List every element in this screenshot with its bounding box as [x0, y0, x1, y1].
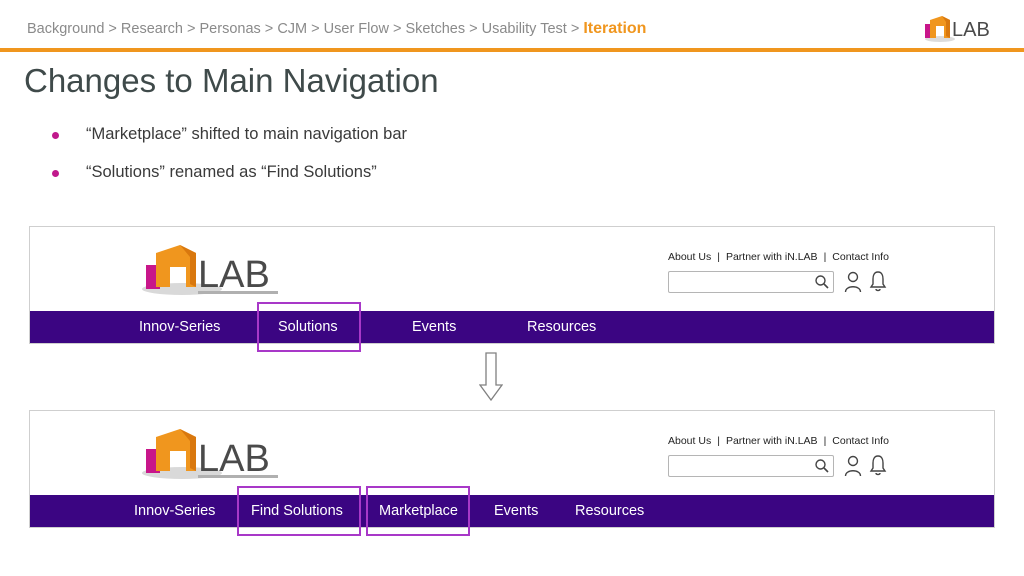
list-item: “Solutions” renamed as “Find Solutions”	[52, 162, 407, 200]
breadcrumb-separator: >	[260, 21, 278, 37]
main-navigation-bar: Innov-Series Solutions Events Resources	[30, 311, 994, 343]
about-us-link[interactable]: About Us	[668, 251, 711, 263]
nav-item-innov-series[interactable]: Innov-Series	[139, 311, 220, 343]
header-divider	[0, 48, 1024, 52]
nav-mockup-after: LAB About Us | Partner with iN.LAB | Contact…	[29, 410, 995, 536]
breadcrumb-item[interactable]: User Flow	[324, 21, 389, 37]
breadcrumb: Background > Research > Personas > CJM >…	[27, 20, 646, 38]
main-navigation-bar: Innov-Series Find Solutions Marketplace …	[30, 495, 994, 527]
nav-item-events[interactable]: Events	[412, 311, 456, 343]
site-logo-text: LAB	[198, 438, 270, 480]
highlight-box-marketplace	[366, 486, 470, 536]
contact-info-link[interactable]: Contact Info	[832, 251, 889, 263]
breadcrumb-item[interactable]: Research	[121, 21, 183, 37]
breadcrumb-item[interactable]: Usability Test	[482, 21, 567, 37]
link-separator: |	[823, 435, 827, 447]
list-item: “Marketplace” shifted to main navigation…	[52, 124, 407, 162]
contact-info-link[interactable]: Contact Info	[832, 435, 889, 447]
bullet-dot-icon	[52, 132, 59, 139]
breadcrumb-current: Iteration	[583, 20, 647, 37]
bullet-list: “Marketplace” shifted to main navigation…	[52, 124, 407, 200]
search-icon[interactable]	[814, 458, 830, 474]
nav-item-events[interactable]: Events	[494, 495, 538, 527]
bullet-text: “Solutions” renamed as “Find Solutions”	[86, 163, 377, 181]
bullet-text: “Marketplace” shifted to main navigation…	[86, 125, 407, 143]
search-input[interactable]	[668, 455, 834, 477]
user-icon[interactable]	[844, 271, 862, 293]
breadcrumb-separator: >	[566, 21, 584, 37]
nav-item-resources[interactable]: Resources	[527, 311, 596, 343]
nav-mockup-before: LAB About Us | Partner with iN.LAB | Contact…	[29, 226, 995, 352]
partner-link[interactable]: Partner with iN.LAB	[726, 435, 818, 447]
bullet-dot-icon	[52, 170, 59, 177]
utility-links: About Us | Partner with iN.LAB | Contact Inf…	[668, 435, 889, 447]
breadcrumb-item[interactable]: Sketches	[405, 21, 465, 37]
breadcrumb-separator: >	[307, 21, 324, 37]
down-arrow-icon	[479, 352, 503, 402]
breadcrumb-item[interactable]: Background	[27, 21, 104, 37]
search-input[interactable]	[668, 271, 834, 293]
page-title: Changes to Main Navigation	[24, 62, 439, 99]
about-us-link[interactable]: About Us	[668, 435, 711, 447]
inlab-site-logo[interactable]: LAB	[140, 425, 282, 481]
corner-logo-text: LAB	[952, 19, 990, 41]
breadcrumb-separator: >	[388, 21, 406, 37]
breadcrumb-separator: >	[182, 21, 200, 37]
link-separator: |	[717, 435, 720, 447]
nav-item-resources[interactable]: Resources	[575, 495, 644, 527]
link-separator: |	[823, 251, 827, 263]
user-icon[interactable]	[844, 455, 862, 477]
highlight-box-solutions	[257, 302, 361, 352]
site-logo-text: LAB	[198, 254, 270, 296]
breadcrumb-item[interactable]: Personas	[200, 21, 261, 37]
breadcrumb-item[interactable]: CJM	[277, 21, 307, 37]
link-separator: |	[717, 251, 720, 263]
breadcrumb-separator: >	[465, 21, 482, 37]
inlab-site-logo[interactable]: LAB	[140, 241, 282, 297]
inlab-corner-logo: LAB	[922, 12, 1002, 44]
bell-icon[interactable]	[869, 270, 887, 292]
nav-item-innov-series[interactable]: Innov-Series	[134, 495, 215, 527]
highlight-box-find-solutions	[237, 486, 361, 536]
breadcrumb-separator: >	[104, 21, 121, 37]
utility-links: About Us | Partner with iN.LAB | Contact Inf…	[668, 251, 889, 263]
partner-link[interactable]: Partner with iN.LAB	[726, 251, 818, 263]
bell-icon[interactable]	[869, 454, 887, 476]
search-icon[interactable]	[814, 274, 830, 290]
